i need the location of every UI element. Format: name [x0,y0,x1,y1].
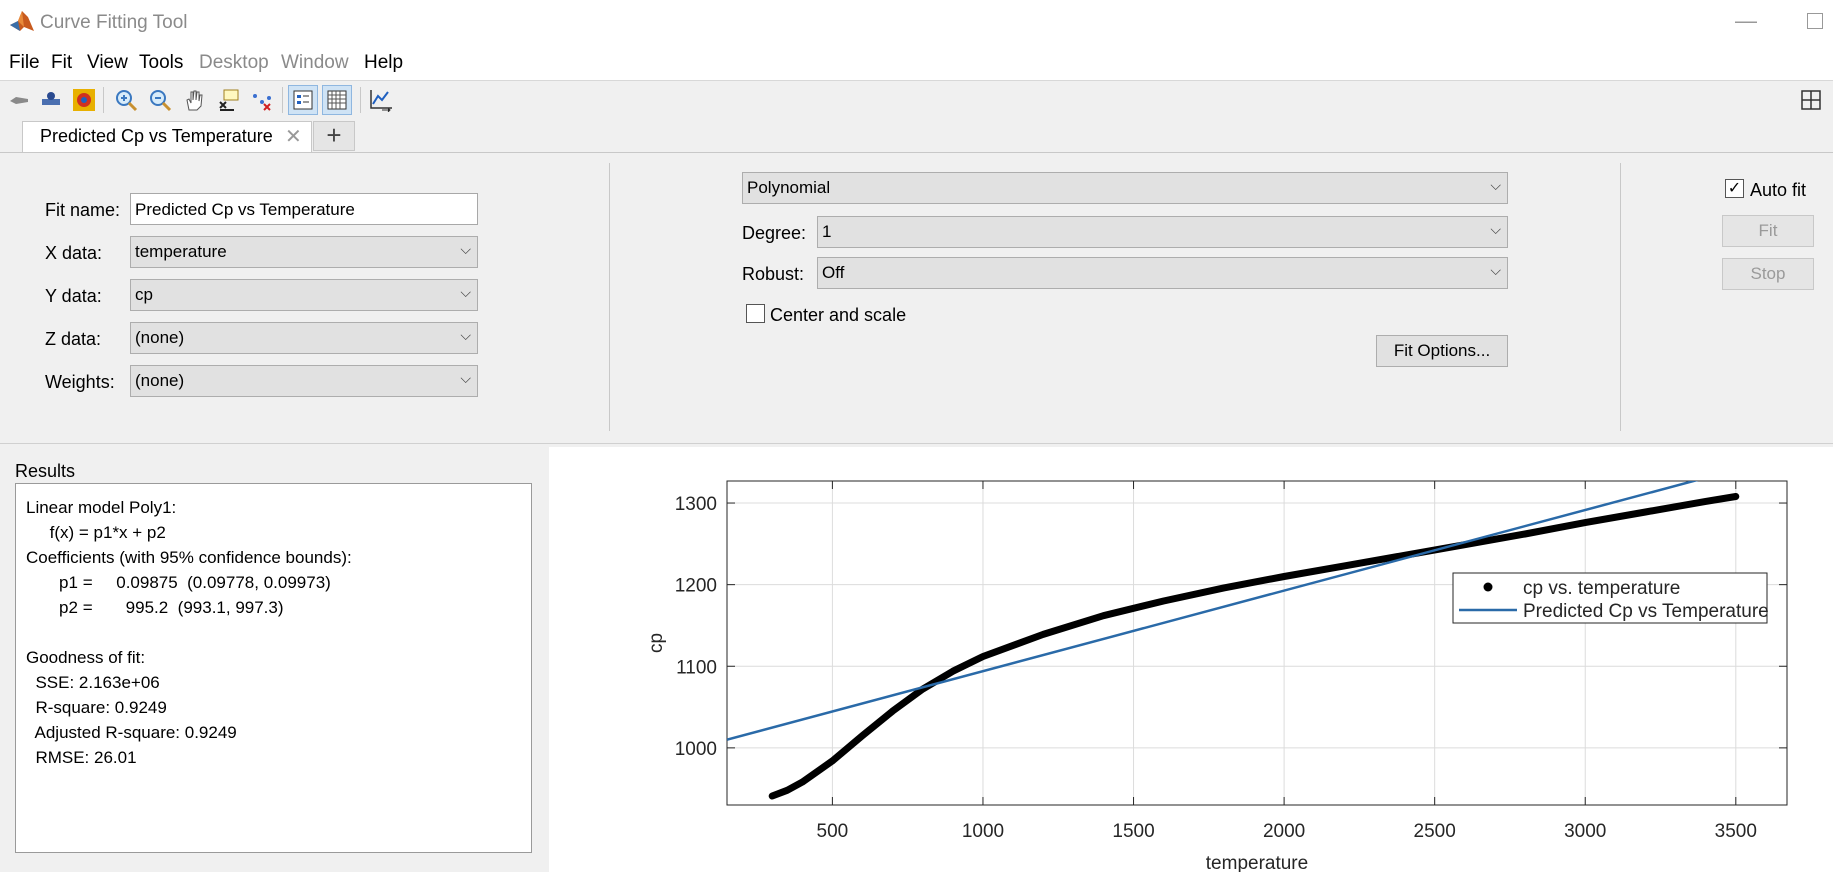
fit-name-label: Fit name: [45,200,121,220]
degree-select[interactable]: 1 ⌵ [817,216,1508,248]
results-title: Results [15,461,76,481]
legend-label-data: cp vs. temperature [1523,578,1680,599]
degree-label: Degree: [742,223,807,243]
legend-marker-data [1483,582,1493,592]
chevron-down-icon: ⌵ [1490,177,1501,193]
result-line: SSE: 2.163e+06 [26,673,160,692]
fit-button[interactable]: Fit [1722,215,1814,247]
y-tick-label: 1300 [675,494,717,515]
chevron-down-icon: ⌵ [460,284,471,300]
add-tab-button[interactable]: + [313,121,355,151]
center-scale-label: Center and scale [770,305,907,325]
tile-layout-icon[interactable] [1796,85,1826,115]
colormap-icon[interactable] [69,85,99,115]
menu-tools[interactable]: Tools [139,52,183,74]
weights-value: (none) [135,371,185,390]
window-title: Curve Fitting Tool [40,12,188,33]
result-line: f(x) = p1*x + p2 [26,523,166,542]
degree-value: 1 [822,222,832,241]
model-type-select[interactable]: Polynomial ⌵ [742,172,1508,204]
grid-toggle-icon[interactable] [322,85,352,115]
robust-select[interactable]: Off ⌵ [817,257,1508,289]
x-tick-label: 500 [817,821,849,842]
auto-fit-label: Auto fit [1750,180,1807,200]
chevron-down-icon: ⌵ [460,370,471,386]
exclude-outliers-icon[interactable] [247,85,277,115]
title-bar [0,0,1833,44]
result-line: Goodness of fit: [26,648,146,667]
x-tick-label: 3500 [1715,821,1757,842]
fit-options-button[interactable]: Fit Options... [1376,335,1508,367]
minimize-button[interactable]: — [1735,8,1757,34]
y-axis-label: cp [646,633,667,653]
y-tick-label: 1200 [675,576,717,597]
menu-file[interactable]: File [9,52,40,74]
z-data-label: Z data: [45,329,102,349]
chevron-down-icon: ⌵ [460,241,471,257]
matlab-logo-icon [10,11,34,31]
x-tick-label: 1500 [1112,821,1154,842]
y-data-value: cp [135,285,153,304]
pan-hand-icon[interactable] [179,85,209,115]
fit-plot[interactable]: 500 1000 1500 2000 2500 3000 3500 1000 1100 1200 1… [549,447,1833,872]
fit-name-field[interactable]: Predicted Cp vs Temperature [130,193,478,225]
tab-label: Predicted Cp vs Temperature [40,126,273,146]
plot-box [726,480,1788,806]
chevron-down-icon: ⌵ [1490,221,1501,237]
z-data-select[interactable]: (none) ⌵ [130,322,478,354]
x-tick-label: 2000 [1263,821,1305,842]
result-line: p1 = 0.09875 (0.09778, 0.09973) [26,573,331,592]
x-tick-label: 1000 [962,821,1004,842]
results-panel: Linear model Poly1: f(x) = p1*x + p2 Coe… [15,483,532,853]
dock-icon[interactable] [4,85,34,115]
robust-value: Off [822,263,845,282]
data-tips-icon[interactable] [213,85,243,115]
data-cursor-tool-icon[interactable] [36,85,66,115]
plot-panel: 500 1000 1500 2000 2500 3000 3500 1000 1100 1200 1… [549,447,1833,872]
menu-view[interactable]: View [87,52,128,74]
menu-desktop[interactable]: Desktop [199,52,269,74]
result-line: Adjusted R-square: 0.9249 [26,723,237,742]
zoom-in-icon[interactable] [111,85,141,115]
menu-window[interactable]: Window [281,52,349,74]
x-tick-label: 2500 [1414,821,1456,842]
center-scale-checkbox[interactable] [746,304,765,323]
stop-button[interactable]: Stop [1722,258,1814,290]
y-tick-label: 1100 [676,657,717,678]
fit-settings-panel: Fit name: Predicted Cp vs Temperature X … [0,153,1833,444]
menu-bar: File Fit View Tools Desktop Window Help [0,44,1833,81]
x-data-value: temperature [135,242,227,261]
close-icon[interactable]: ✕ [285,124,302,149]
result-line: Linear model Poly1: [26,498,177,517]
menu-fit[interactable]: Fit [51,52,72,74]
x-tick-label: 3000 [1564,821,1606,842]
x-data-label: X data: [45,243,103,263]
chevron-down-icon: ⌵ [460,327,471,343]
weights-select[interactable]: (none) ⌵ [130,365,478,397]
weights-label: Weights: [45,372,115,392]
result-line: RMSE: 26.01 [26,748,137,767]
legend-toggle-icon[interactable] [288,85,318,115]
result-line: R-square: 0.9249 [26,698,167,717]
axis-limits-icon[interactable] [366,85,396,115]
maximize-button[interactable] [1807,13,1823,29]
legend-label-fit: Predicted Cp vs Temperature [1523,601,1769,622]
result-line: Coefficients (with 95% confidence bounds… [26,548,352,567]
robust-label: Robust: [742,264,805,284]
zoom-out-icon[interactable] [145,85,175,115]
z-data-value: (none) [135,328,185,347]
result-line: p2 = 995.2 (993.1, 997.3) [26,598,284,617]
menu-help[interactable]: Help [364,52,403,74]
x-data-select[interactable]: temperature ⌵ [130,236,478,268]
y-tick-label: 1000 [675,739,717,760]
model-type-value: Polynomial [747,178,831,197]
y-data-label: Y data: [45,286,102,306]
y-data-select[interactable]: cp ⌵ [130,279,478,311]
auto-fit-checkbox[interactable]: ✓ [1725,179,1744,198]
chevron-down-icon: ⌵ [1490,262,1501,278]
x-axis-label: temperature [1206,853,1308,872]
toolbar [0,81,1833,120]
